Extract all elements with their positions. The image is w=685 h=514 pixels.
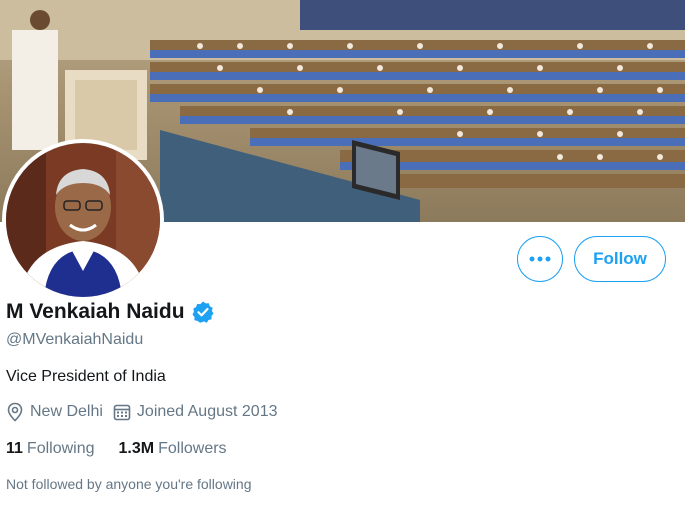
joined-item: Joined August 2013 bbox=[113, 403, 278, 421]
more-options-icon bbox=[529, 256, 551, 262]
avatar[interactable] bbox=[2, 139, 164, 301]
followers-label: Followers bbox=[158, 440, 227, 457]
more-options-button[interactable] bbox=[517, 236, 563, 282]
following-count: 11 bbox=[6, 440, 23, 457]
followed-by-note: Not followed by anyone you're following bbox=[6, 476, 252, 492]
profile-stats: 11 Following 1.3M Followers bbox=[6, 440, 251, 458]
follow-button-label: Follow bbox=[593, 249, 647, 268]
avatar-photo bbox=[6, 143, 160, 297]
profile-handle: @MVenkaiahNaidu bbox=[6, 331, 144, 348]
location-pin-icon bbox=[7, 402, 23, 422]
profile-name: M Venkaiah Naidu bbox=[6, 300, 185, 323]
profile-name-row: M Venkaiah Naidu bbox=[6, 300, 215, 324]
profile-meta: New Delhi Joined August 2013 bbox=[6, 402, 287, 422]
following-label: Following bbox=[26, 440, 95, 457]
location-item: New Delhi bbox=[6, 402, 103, 422]
verified-badge-icon bbox=[192, 301, 214, 323]
followers-count: 1.3M bbox=[118, 440, 155, 457]
follow-button[interactable]: Follow bbox=[574, 236, 666, 282]
location-text: New Delhi bbox=[30, 403, 103, 420]
joined-text: Joined August 2013 bbox=[136, 403, 278, 420]
profile-bio: Vice President of India bbox=[6, 368, 166, 385]
followers-link[interactable]: 1.3M Followers bbox=[119, 440, 227, 458]
following-link[interactable]: 11 Following bbox=[6, 440, 95, 458]
calendar-icon bbox=[113, 404, 131, 421]
